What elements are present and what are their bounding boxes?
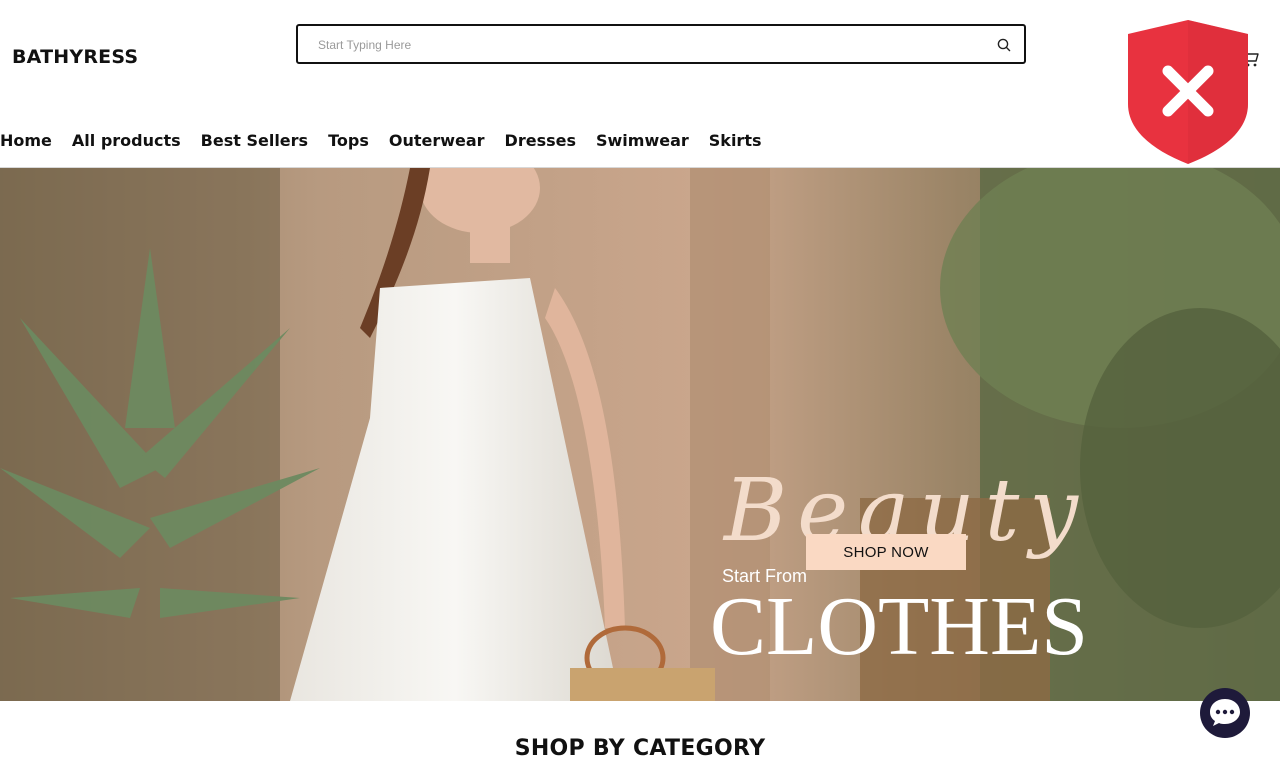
search-icon[interactable] <box>996 37 1012 53</box>
nav-item-outerwear[interactable]: Outerwear <box>389 130 485 154</box>
hero-image <box>0 168 1280 701</box>
hero-title: CLOTHES <box>710 580 1088 673</box>
nav-item-best-sellers[interactable]: Best Sellers <box>201 130 308 154</box>
main-nav: Home All products Best Sellers Tops Oute… <box>0 130 782 154</box>
shield-x-icon <box>1128 20 1248 164</box>
nav-item-dresses[interactable]: Dresses <box>505 130 576 154</box>
nav-item-swimwear[interactable]: Swimwear <box>596 130 689 154</box>
search-input[interactable] <box>318 35 978 55</box>
shop-now-button[interactable]: SHOP NOW <box>806 534 966 570</box>
search-bar <box>296 24 1026 64</box>
chat-button[interactable] <box>1200 688 1250 738</box>
hero-banner[interactable]: Beauty Start From CLOTHES <box>0 168 1280 701</box>
section-title: SHOP BY CATEGORY <box>514 736 766 761</box>
nav-item-tops[interactable]: Tops <box>328 130 369 154</box>
nav-item-skirts[interactable]: Skirts <box>709 130 762 154</box>
chat-icon <box>1210 699 1240 726</box>
nav-item-all-products[interactable]: All products <box>72 130 181 154</box>
nav-item-home[interactable]: Home <box>0 130 52 154</box>
brand-logo[interactable]: BATHYRESS <box>12 46 138 68</box>
site-header: BATHYRESS Home All products Best Sellers… <box>0 0 1280 168</box>
